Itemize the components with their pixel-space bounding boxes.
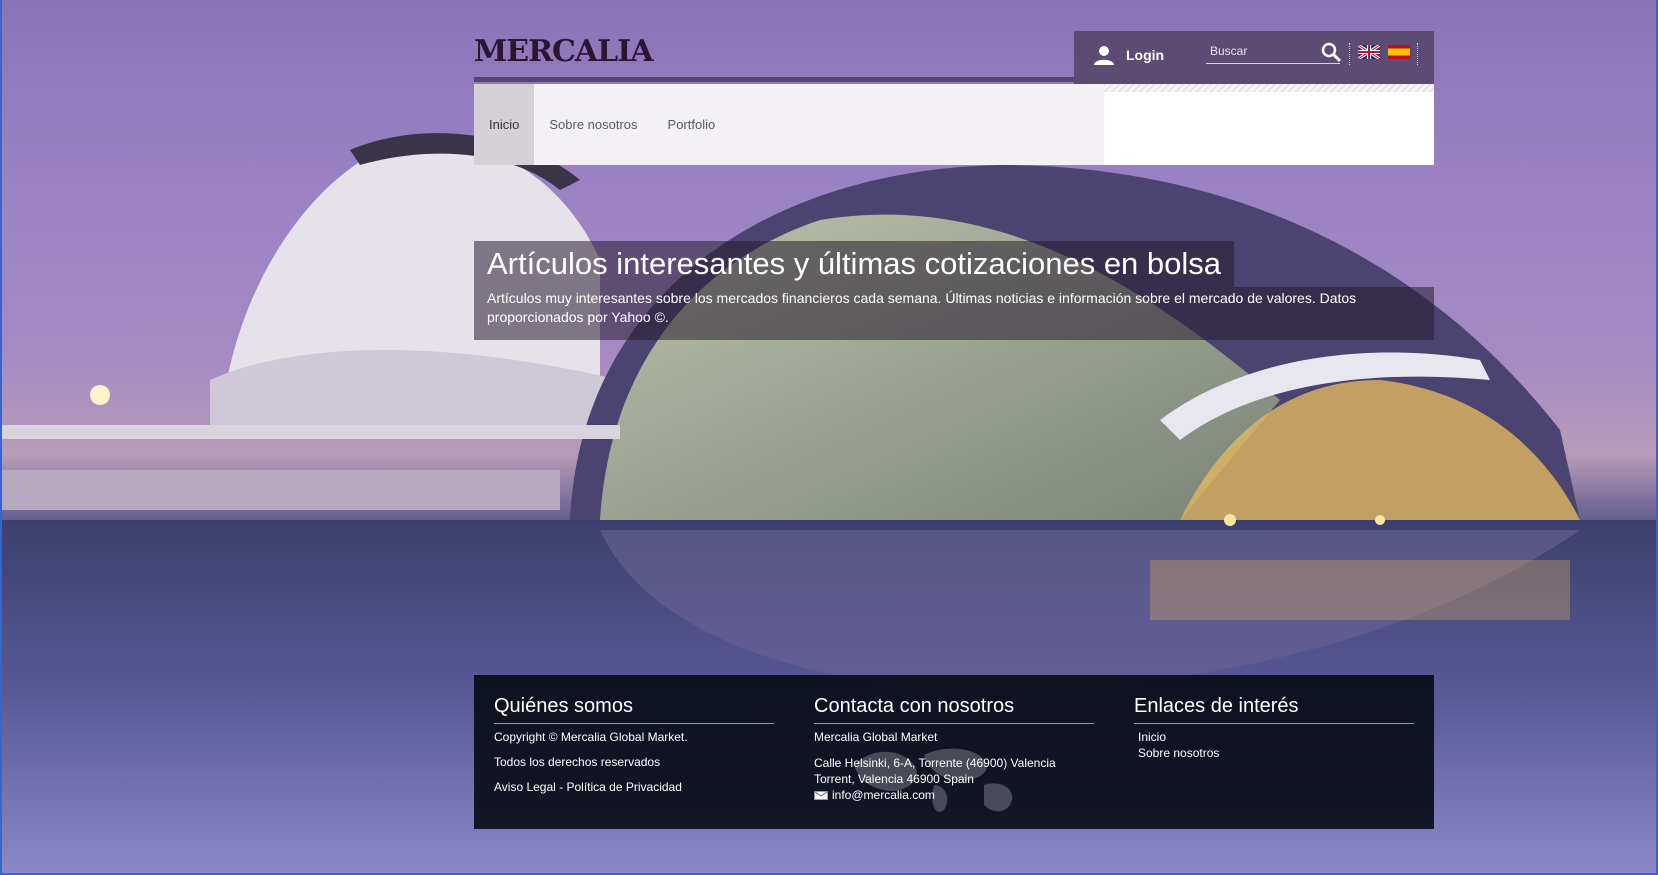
- flag-es-icon[interactable]: [1388, 45, 1410, 59]
- site-footer: Quiénes somos Copyright © Mercalia Globa…: [474, 675, 1434, 829]
- footer-rights: Todos los derechos reservados: [494, 755, 661, 769]
- mail-icon: [814, 791, 828, 801]
- nav-hatch-pattern: [1104, 84, 1434, 92]
- footer-link-inicio[interactable]: Inicio: [1134, 729, 1414, 745]
- footer-links-title: Enlaces de interés: [1134, 695, 1414, 724]
- separator: [1349, 43, 1351, 65]
- footer-email-row: info@mercalia.com: [814, 787, 1094, 803]
- footer-about-title: Quiénes somos: [494, 695, 774, 724]
- footer-copyright: Copyright © Mercalia Global Market.: [494, 730, 688, 744]
- footer-links: Enlaces de interés Inicio Sobre nosotros: [1134, 695, 1414, 761]
- nav-right-panel: [1104, 92, 1434, 165]
- footer-company: Mercalia Global Market: [814, 730, 938, 744]
- nav-item-inicio[interactable]: Inicio: [474, 84, 535, 165]
- user-icon: [1094, 46, 1114, 65]
- login-label: Login: [1126, 47, 1165, 63]
- footer-email-link[interactable]: info@mercalia.com: [832, 788, 935, 802]
- main-nav: Inicio Sobre nosotros Portfolio: [474, 84, 1434, 165]
- search-icon[interactable]: [1320, 41, 1342, 63]
- search-box: [1206, 41, 1342, 64]
- flag-uk-icon[interactable]: [1358, 45, 1380, 59]
- footer-link-sobre-nosotros[interactable]: Sobre nosotros: [1134, 745, 1414, 761]
- footer-about: Quiénes somos Copyright © Mercalia Globa…: [494, 695, 774, 795]
- user-bar: Login: [1074, 31, 1434, 84]
- footer-address-line1: Calle Helsinki, 6-A, Torrente (46900) Va…: [814, 756, 1056, 770]
- nav-item-sobre-nosotros[interactable]: Sobre nosotros: [534, 84, 652, 165]
- window-edge-left: [0, 0, 2, 875]
- search-input[interactable]: [1206, 41, 1322, 61]
- footer-contact: Contacta con nosotros Mercalia Global Ma…: [814, 695, 1094, 803]
- login-button[interactable]: Login: [1092, 45, 1164, 65]
- footer-address-line2: Torrent, Valencia 46900 Spain: [814, 772, 974, 786]
- nav-item-portfolio[interactable]: Portfolio: [653, 84, 731, 165]
- header-rule: [474, 77, 1074, 82]
- site-logo[interactable]: MERCALIA: [474, 34, 654, 69]
- footer-contact-title: Contacta con nosotros: [814, 695, 1094, 724]
- footer-legal-link[interactable]: Aviso Legal - Política de Privacidad: [494, 779, 774, 795]
- hero-title: Artículos interesantes y últimas cotizac…: [474, 241, 1235, 287]
- hero-description: Artículos muy interesantes sobre los mer…: [474, 287, 1434, 340]
- separator: [1417, 43, 1419, 65]
